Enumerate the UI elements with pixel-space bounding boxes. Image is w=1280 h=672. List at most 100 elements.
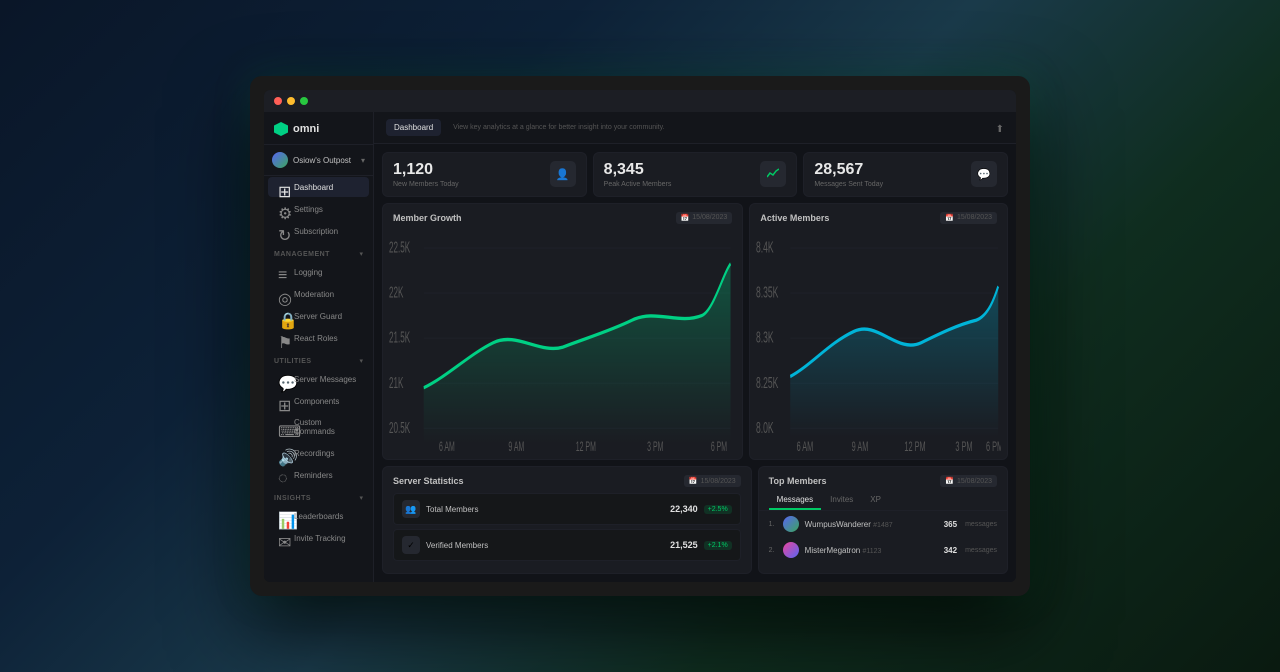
verified-members-badge: +2.1% — [704, 541, 732, 550]
member-growth-chart: Member Growth 📅 15/08/2023 22.5K — [382, 203, 743, 460]
svg-text:9 AM: 9 AM — [852, 439, 869, 454]
sidebar-item-logging[interactable]: ≡ Logging — [268, 262, 369, 282]
server-avatar — [272, 152, 288, 168]
total-members-icon: 👥 — [402, 500, 420, 518]
svg-text:22.5K: 22.5K — [389, 238, 411, 256]
member-item-2: 2. MisterMegatron #1123 342 messages — [759, 537, 1007, 563]
main-content: Dashboard View key analytics at a glance… — [374, 112, 1016, 582]
svg-text:12 PM: 12 PM — [576, 439, 596, 454]
sidebar-item-custom-commands[interactable]: ⌨ Custom Commands — [268, 413, 369, 441]
stat-card-new-members: 1,120 New Members Today 👤 — [382, 152, 587, 197]
sidebar-item-recordings[interactable]: 🔊 Recordings — [268, 443, 369, 463]
messages-sent-icon: 💬 — [971, 161, 997, 187]
svg-text:9 AM: 9 AM — [508, 439, 524, 454]
svg-text:22K: 22K — [389, 283, 404, 301]
stat-card-messages-sent: 28,567 Messages Sent Today 💬 — [803, 152, 1008, 197]
logo-icon — [274, 122, 288, 136]
server-name: Osiow's Outpost — [293, 156, 351, 165]
server-selector[interactable]: Osiow's Outpost ▾ — [264, 145, 373, 176]
svg-text:8.35K: 8.35K — [756, 284, 779, 301]
server-messages-icon: 💬 — [278, 374, 288, 384]
total-members-value: 22,340 — [670, 504, 698, 514]
svg-text:8.0K: 8.0K — [756, 419, 774, 436]
member-tag-2: #1123 — [862, 548, 881, 555]
member-unit-2: messages — [965, 547, 997, 554]
verified-members-row: ✓ Verified Members 21,525 +2.1% — [393, 529, 741, 561]
page-description: View key analytics at a glance for bette… — [453, 124, 664, 131]
sidebar-item-moderation[interactable]: ◎ Moderation — [268, 284, 369, 304]
member-growth-date: 📅 15/08/2023 — [676, 212, 733, 224]
member-name-2: MisterMegatron #1123 — [805, 546, 938, 555]
minimize-button[interactable] — [287, 97, 295, 105]
top-members-panel: Top Members 📅 15/08/2023 Messages Invite… — [758, 466, 1008, 574]
server-stats-date: 📅 15/08/2023 — [684, 475, 741, 487]
sidebar-item-server-messages[interactable]: 💬 Server Messages — [268, 369, 369, 389]
tab-xp[interactable]: XP — [862, 491, 889, 510]
sidebar-item-settings[interactable]: ⚙ Settings — [268, 199, 369, 219]
stat-card-peak-active: 8,345 Peak Active Members — [593, 152, 798, 197]
maximize-button[interactable] — [300, 97, 308, 105]
member-name-1: WumpusWanderer #1487 — [805, 520, 938, 529]
member-rank-2: 2. — [769, 547, 777, 554]
close-button[interactable] — [274, 97, 282, 105]
stats-row: 1,120 New Members Today 👤 8,345 Peak Act… — [382, 152, 1008, 197]
peak-active-icon — [760, 161, 786, 187]
react-roles-icon: ⚑ — [278, 333, 288, 343]
member-tag-1: #1487 — [873, 522, 892, 529]
sidebar-item-reminders[interactable]: ◌ Reminders — [268, 465, 369, 485]
member-rank-1: 1. — [769, 521, 777, 528]
sidebar-item-leaderboards[interactable]: 📊 Leaderboards — [268, 506, 369, 526]
peak-active-label: Peak Active Members — [604, 181, 672, 188]
svg-text:12 PM: 12 PM — [905, 439, 926, 454]
server-stats-title: Server Statistics — [393, 476, 464, 486]
management-chevron-icon: ▾ — [359, 250, 363, 258]
messages-sent-value: 28,567 — [814, 161, 883, 179]
svg-text:6 AM: 6 AM — [797, 439, 814, 454]
member-growth-chart-area: 22.5K 22K 21.5K 21K 20.5K — [383, 228, 742, 459]
tab-invites[interactable]: Invites — [822, 491, 861, 510]
title-bar — [264, 90, 1016, 112]
moderation-icon: ◎ — [278, 289, 288, 299]
active-members-title: Active Members — [760, 213, 829, 223]
subscription-icon: ↻ — [278, 226, 288, 236]
sidebar-item-react-roles[interactable]: ⚑ React Roles — [268, 328, 369, 348]
management-section-header: MANAGEMENT ▾ — [264, 242, 373, 261]
reminders-icon: ◌ — [278, 470, 288, 480]
charts-row: Member Growth 📅 15/08/2023 22.5K — [382, 203, 1008, 460]
total-members-badge: +2.5% — [704, 505, 732, 514]
total-members-name: Total Members — [426, 505, 478, 514]
member-count-2: 342 — [944, 546, 957, 555]
new-members-label: New Members Today — [393, 181, 459, 188]
sidebar-item-components[interactable]: ⊞ Components — [268, 391, 369, 411]
sidebar: omni Osiow's Outpost ▾ ⊞ Dashboard ⚙ — [264, 112, 374, 582]
components-icon: ⊞ — [278, 396, 288, 406]
svg-text:8.25K: 8.25K — [756, 374, 779, 391]
member-unit-1: messages — [965, 521, 997, 528]
member-item-1: 1. WumpusWanderer #1487 365 messages — [759, 511, 1007, 537]
tab-dashboard[interactable]: Dashboard — [386, 119, 441, 136]
sidebar-item-server-guard[interactable]: 🔒 Server Guard — [268, 306, 369, 326]
top-members-title: Top Members — [769, 476, 827, 486]
svg-text:6 AM: 6 AM — [439, 439, 455, 454]
verified-members-icon: ✓ — [402, 536, 420, 554]
svg-text:6 PM: 6 PM — [711, 439, 727, 454]
verified-members-name: Verified Members — [426, 541, 488, 550]
members-tabs: Messages Invites XP — [759, 491, 1007, 511]
svg-text:3 PM: 3 PM — [647, 439, 663, 454]
dashboard-content: 1,120 New Members Today 👤 8,345 Peak Act… — [374, 144, 1016, 582]
sidebar-item-dashboard[interactable]: ⊞ Dashboard — [268, 177, 369, 197]
new-members-value: 1,120 — [393, 161, 459, 179]
sidebar-item-subscription[interactable]: ↻ Subscription — [268, 221, 369, 241]
custom-commands-icon: ⌨ — [278, 422, 288, 432]
active-members-date: 📅 15/08/2023 — [940, 212, 997, 224]
sidebar-item-invite-tracking[interactable]: ✉ Invite Tracking — [268, 528, 369, 548]
calendar-icon-4: 📅 — [945, 477, 954, 485]
svg-text:21.5K: 21.5K — [389, 328, 411, 346]
invite-tracking-icon: ✉ — [278, 533, 288, 543]
calendar-icon-3: 📅 — [689, 477, 698, 485]
tab-messages[interactable]: Messages — [769, 491, 821, 510]
server-statistics-panel: Server Statistics 📅 15/08/2023 👥 Total M… — [382, 466, 752, 574]
export-icon[interactable]: ⬆ — [996, 124, 1004, 135]
utilities-section-header: UTILITIES ▾ — [264, 349, 373, 368]
sidebar-logo: omni — [264, 112, 373, 145]
